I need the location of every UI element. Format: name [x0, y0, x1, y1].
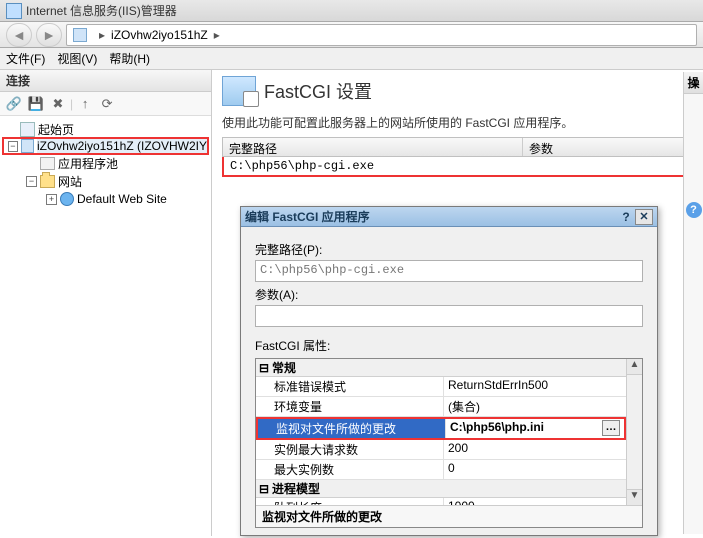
actions-panel: 操 ?: [683, 72, 703, 534]
home-icon: [20, 122, 35, 137]
prop-category-general[interactable]: ⊟ 常规: [256, 359, 626, 377]
tree-apppool[interactable]: 应用程序池: [2, 154, 209, 172]
prop-row-monitor[interactable]: 监视对文件所做的更改 C:\php56\php.ini…: [256, 417, 626, 440]
page-title: FastCGI 设置: [264, 78, 372, 104]
prop-row-maxinst[interactable]: 最大实例数 0: [256, 460, 626, 480]
chevron-right-icon: ▸: [214, 28, 220, 42]
tree-start-page[interactable]: 起始页: [2, 120, 209, 138]
window-title: Internet 信息服务(IIS)管理器: [26, 2, 177, 19]
iis-app-icon: [6, 3, 22, 19]
connections-header: 连接: [0, 70, 211, 92]
path-label: 完整路径(P):: [255, 241, 643, 258]
collapse-icon[interactable]: ⊟: [256, 482, 272, 496]
server-icon: [21, 139, 34, 153]
tree-server-node[interactable]: − iZOvhw2iyo151hZ (IZOVHW2IY: [2, 137, 209, 155]
website-icon: [60, 192, 74, 206]
apppool-icon: [40, 157, 55, 170]
scroll-up-icon[interactable]: ▲: [627, 359, 642, 375]
folder-icon: [40, 175, 55, 188]
actions-header: 操: [684, 72, 703, 94]
grid-header[interactable]: 完整路径 参数: [222, 137, 693, 157]
nav-back-button[interactable]: ◄: [6, 23, 32, 47]
up-icon[interactable]: ↑: [75, 94, 95, 114]
nav-forward-button[interactable]: ►: [36, 23, 62, 47]
property-grid[interactable]: ⊟ 常规 标准错误模式 ReturnStdErrIn500 环境变量 (集合) …: [255, 358, 643, 528]
grid-cell-path: C:\php56\php-cgi.exe: [224, 157, 524, 175]
dialog-title: 编辑 FastCGI 应用程序: [245, 208, 370, 225]
dialog-titlebar[interactable]: 编辑 FastCGI 应用程序 ? ✕: [241, 207, 657, 227]
collapse-icon[interactable]: −: [26, 176, 37, 187]
breadcrumb[interactable]: ▸ iZOvhw2iyo151hZ ▸: [66, 24, 697, 46]
args-input[interactable]: [255, 305, 643, 327]
tree-start-label: 起始页: [38, 121, 74, 138]
fastcgi-icon: [222, 76, 256, 106]
collapse-icon[interactable]: −: [8, 141, 18, 152]
connect-icon[interactable]: 🔗: [4, 94, 24, 114]
propgrid-scrollbar[interactable]: ▲ ▼: [626, 359, 642, 505]
path-input[interactable]: C:\php56\php-cgi.exe: [255, 260, 643, 282]
tree-sites-label: 网站: [58, 173, 82, 190]
connections-panel: 连接 🔗 💾 ✖ | ↑ ⟳ 起始页 − iZOvhw2iyo151hZ (IZ…: [0, 70, 212, 536]
menu-file[interactable]: 文件(F): [6, 50, 45, 67]
prop-category-procmodel[interactable]: ⊟ 进程模型: [256, 480, 626, 498]
breadcrumb-server: iZOvhw2iyo151hZ: [111, 28, 208, 42]
connections-toolbar: 🔗 💾 ✖ | ↑ ⟳: [0, 92, 211, 116]
tree-sites[interactable]: − 网站: [2, 172, 209, 190]
edit-fastcgi-dialog: 编辑 FastCGI 应用程序 ? ✕ 完整路径(P): C:\php56\ph…: [240, 206, 658, 536]
tree-default-site[interactable]: + Default Web Site: [2, 190, 209, 208]
page-description: 使用此功能可配置此服务器上的网站所使用的 FastCGI 应用程序。: [222, 114, 693, 131]
delete-icon[interactable]: ✖: [48, 94, 68, 114]
help-icon[interactable]: ?: [686, 202, 702, 218]
menu-view[interactable]: 视图(V): [57, 50, 97, 67]
tree-apppool-label: 应用程序池: [58, 155, 118, 172]
grid-col-path[interactable]: 完整路径: [223, 138, 523, 156]
prop-row-maxreq[interactable]: 实例最大请求数 200: [256, 440, 626, 460]
scroll-down-icon[interactable]: ▼: [627, 489, 642, 505]
server-icon: [73, 28, 87, 42]
expand-icon[interactable]: +: [46, 194, 57, 205]
tree-default-site-label: Default Web Site: [77, 192, 167, 206]
prop-row-stderr[interactable]: 标准错误模式 ReturnStdErrIn500: [256, 377, 626, 397]
save-icon[interactable]: 💾: [26, 94, 46, 114]
prop-row-env[interactable]: 环境变量 (集合): [256, 397, 626, 417]
collapse-icon[interactable]: ⊟: [256, 361, 272, 375]
chevron-right-icon: ▸: [99, 28, 105, 42]
args-label: 参数(A):: [255, 286, 643, 303]
grid-row-selected[interactable]: C:\php56\php-cgi.exe: [222, 157, 693, 177]
dialog-close-button[interactable]: ✕: [635, 209, 653, 225]
dialog-help-button[interactable]: ?: [617, 210, 635, 224]
refresh-icon[interactable]: ⟳: [97, 94, 117, 114]
tree-server-label: iZOvhw2iyo151hZ (IZOVHW2IY: [37, 139, 207, 153]
nav-bar: ◄ ► ▸ iZOvhw2iyo151hZ ▸: [0, 22, 703, 48]
window-titlebar: Internet 信息服务(IIS)管理器: [0, 0, 703, 22]
propgrid-description: 监视对文件所做的更改: [256, 505, 642, 527]
browse-button[interactable]: …: [602, 420, 620, 436]
menu-help[interactable]: 帮助(H): [109, 50, 150, 67]
props-label: FastCGI 属性:: [255, 337, 643, 354]
grid-col-args[interactable]: 参数: [523, 138, 692, 156]
prop-row-queue[interactable]: 队列长度 1000: [256, 498, 626, 505]
menu-bar: 文件(F) 视图(V) 帮助(H): [0, 48, 703, 70]
